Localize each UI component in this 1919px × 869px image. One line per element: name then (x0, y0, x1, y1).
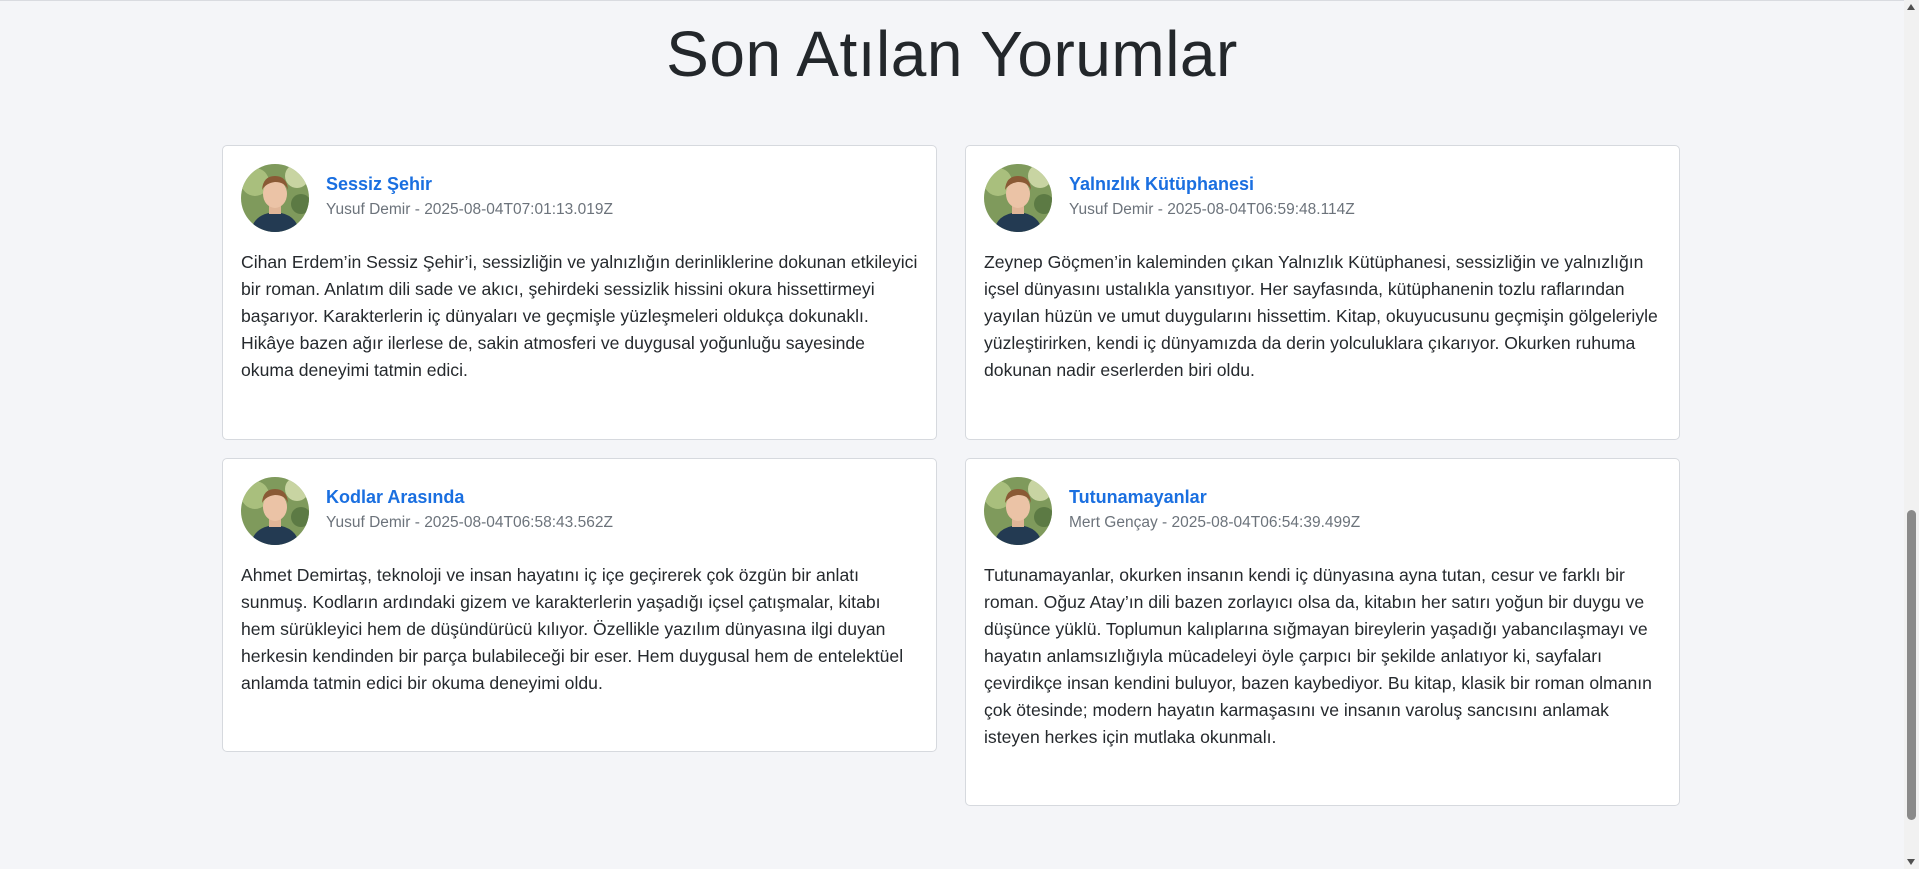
book-title-link[interactable]: Sessiz Şehir (326, 172, 613, 196)
review-card: Yalnızlık Kütüphanesi Yusuf Demir - 2025… (965, 145, 1680, 440)
review-text: Tutunamayanlar, okurken insanın kendi iç… (984, 565, 1652, 747)
review-text: Cihan Erdem’in Sessiz Şehir’i, sessizliğ… (241, 252, 918, 380)
avatar-icon (984, 164, 1052, 232)
book-title-link[interactable]: Tutunamayanlar (1069, 485, 1360, 509)
review-header: Yalnızlık Kütüphanesi Yusuf Demir - 2025… (984, 164, 1355, 232)
review-card: Tutunamayanlar Mert Gençay - 2025-08-04T… (965, 458, 1680, 806)
scrollbar-thumb[interactable] (1907, 510, 1916, 820)
user-avatar (984, 164, 1052, 232)
scroll-down-arrow-icon[interactable] (1907, 859, 1915, 865)
user-avatar (241, 477, 309, 545)
top-divider (0, 0, 1904, 1)
avatar-icon (241, 477, 309, 545)
book-title-link[interactable]: Yalnızlık Kütüphanesi (1069, 172, 1355, 196)
user-avatar (984, 477, 1052, 545)
review-card: Sessiz Şehir Yusuf Demir - 2025-08-04T07… (222, 145, 937, 440)
review-meta: Yusuf Demir - 2025-08-04T06:58:43.562Z (326, 513, 613, 531)
page: Son Atılan Yorumlar Sessiz Şehir Yusuf D… (0, 0, 1919, 869)
review-card: Kodlar Arasında Yusuf Demir - 2025-08-04… (222, 458, 937, 752)
page-title: Son Atılan Yorumlar (666, 18, 1238, 90)
avatar-icon (984, 477, 1052, 545)
review-text: Zeynep Göçmen’in kaleminden çıkan Yalnız… (984, 252, 1658, 380)
review-header: Kodlar Arasında Yusuf Demir - 2025-08-04… (241, 477, 613, 545)
review-meta: Yusuf Demir - 2025-08-04T07:01:13.019Z (326, 200, 613, 218)
review-heading: Kodlar Arasında Yusuf Demir - 2025-08-04… (326, 487, 613, 534)
review-heading: Sessiz Şehir Yusuf Demir - 2025-08-04T07… (326, 174, 613, 221)
review-header: Sessiz Şehir Yusuf Demir - 2025-08-04T07… (241, 164, 613, 232)
avatar-icon (241, 164, 309, 232)
review-header: Tutunamayanlar Mert Gençay - 2025-08-04T… (984, 477, 1360, 545)
review-text: Ahmet Demirtaş, teknoloji ve insan hayat… (241, 565, 904, 693)
vertical-scrollbar[interactable] (1904, 0, 1919, 869)
scroll-up-arrow-icon[interactable] (1907, 4, 1915, 10)
user-avatar (241, 164, 309, 232)
review-meta: Mert Gençay - 2025-08-04T06:54:39.499Z (1069, 513, 1361, 531)
review-heading: Tutunamayanlar Mert Gençay - 2025-08-04T… (1069, 487, 1361, 534)
book-title-link[interactable]: Kodlar Arasında (326, 485, 613, 509)
review-heading: Yalnızlık Kütüphanesi Yusuf Demir - 2025… (1069, 174, 1355, 221)
review-meta: Yusuf Demir - 2025-08-04T06:59:48.114Z (1069, 200, 1355, 218)
